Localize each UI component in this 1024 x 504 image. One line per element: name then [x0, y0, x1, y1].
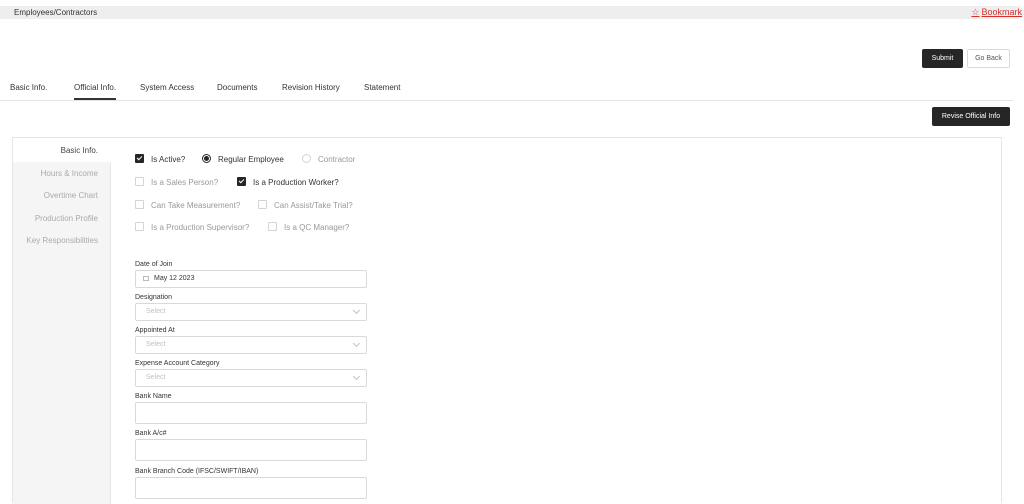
qc-manager-label: Is a QC Manager?: [284, 223, 350, 232]
regular-employee-label: Regular Employee: [218, 155, 284, 164]
tab-revision-history[interactable]: Revision History: [282, 83, 340, 92]
radio-unselected-icon: [302, 154, 311, 163]
take-measurement-label: Can Take Measurement?: [151, 201, 241, 210]
checkbox-unchecked-icon: [135, 177, 144, 186]
appointed-at-placeholder: Select: [146, 341, 166, 348]
sales-person-label: Is a Sales Person?: [151, 178, 219, 187]
designation-select[interactable]: Select: [135, 303, 367, 321]
checkbox-checked-icon: [237, 177, 246, 186]
sidebar-nav: Basic Info. Hours & Income Overtime Char…: [13, 138, 111, 504]
breadcrumb-bar: Employees/Contractors ☆ Bookmark: [0, 6, 1024, 19]
sidebar-item-production-profile[interactable]: Production Profile: [35, 214, 98, 223]
assist-trial-checkbox[interactable]: Can Assist/Take Trial?: [258, 200, 353, 210]
bank-name-input[interactable]: [135, 402, 367, 424]
sidebar-item-hours-income[interactable]: Hours & Income: [41, 169, 98, 178]
checkbox-unchecked-icon: [258, 200, 267, 209]
designation-label: Designation: [135, 294, 172, 301]
bank-name-label: Bank Name: [135, 393, 172, 400]
sales-person-checkbox[interactable]: Is a Sales Person?: [135, 177, 218, 187]
contractor-radio[interactable]: Contractor: [302, 154, 355, 164]
chevron-down-icon: [352, 306, 361, 315]
qc-manager-checkbox[interactable]: Is a QC Manager?: [268, 222, 349, 232]
calendar-icon: [143, 276, 149, 281]
tab-statement[interactable]: Statement: [364, 83, 400, 92]
bank-account-label: Bank A/c#: [135, 430, 167, 437]
sidebar-item-basic-info[interactable]: Basic Info.: [61, 146, 98, 155]
appointed-at-select[interactable]: Select: [135, 336, 367, 354]
bookmark-link[interactable]: ☆ Bookmark: [971, 7, 1022, 18]
assist-trial-label: Can Assist/Take Trial?: [274, 201, 353, 210]
chevron-down-icon: [352, 339, 361, 348]
revise-official-info-button[interactable]: Revise Official Info: [932, 107, 1010, 126]
checkbox-unchecked-icon: [135, 200, 144, 209]
production-worker-checkbox[interactable]: Is a Production Worker?: [237, 177, 339, 187]
tab-basic-info[interactable]: Basic Info.: [10, 83, 47, 92]
date-of-join-picker[interactable]: May 12 2023: [135, 270, 367, 288]
production-supervisor-label: Is a Production Supervisor?: [151, 223, 250, 232]
appointed-at-label: Appointed At: [135, 327, 175, 334]
go-back-button[interactable]: Go Back: [967, 49, 1010, 68]
take-measurement-checkbox[interactable]: Can Take Measurement?: [135, 200, 240, 210]
bank-account-input[interactable]: [135, 439, 367, 461]
is-active-checkbox[interactable]: Is Active?: [135, 154, 185, 164]
checkbox-unchecked-icon: [268, 222, 277, 231]
date-of-join-label: Date of Join: [135, 261, 173, 268]
checkbox-unchecked-icon: [135, 222, 144, 231]
chevron-down-icon: [352, 372, 361, 381]
tab-official-info[interactable]: Official Info.: [74, 83, 117, 100]
expense-category-placeholder: Select: [146, 374, 166, 381]
tab-system-access[interactable]: System Access: [140, 83, 194, 92]
breadcrumb: Employees/Contractors: [14, 8, 98, 17]
production-supervisor-checkbox[interactable]: Is a Production Supervisor?: [135, 222, 249, 232]
sidebar-item-overtime-chart[interactable]: Overtime Chart: [44, 191, 98, 200]
date-of-join-value: May 12 2023: [154, 275, 195, 282]
is-active-label: Is Active?: [151, 155, 186, 164]
checkbox-checked-icon: [135, 154, 144, 163]
expense-category-select[interactable]: Select: [135, 369, 367, 387]
regular-employee-radio[interactable]: Regular Employee: [202, 154, 284, 164]
tab-bar: Basic Info. Official Info. System Access…: [0, 78, 1013, 101]
expense-category-label: Expense Account Category: [135, 360, 220, 367]
bookmark-label: Bookmark: [981, 7, 1022, 17]
tab-documents[interactable]: Documents: [217, 83, 257, 92]
submit-button[interactable]: Submit: [922, 49, 963, 68]
bank-branch-code-label: Bank Branch Code (IFSC/SWIFT/IBAN): [135, 468, 259, 475]
contractor-label: Contractor: [318, 155, 356, 164]
star-icon: ☆: [971, 7, 980, 17]
sidebar-item-key-responsibilities[interactable]: Key Responsibilities: [26, 236, 98, 245]
designation-placeholder: Select: [146, 308, 166, 315]
bank-branch-code-input[interactable]: [135, 477, 367, 499]
production-worker-label: Is a Production Worker?: [253, 178, 339, 187]
radio-selected-icon: [202, 154, 211, 163]
